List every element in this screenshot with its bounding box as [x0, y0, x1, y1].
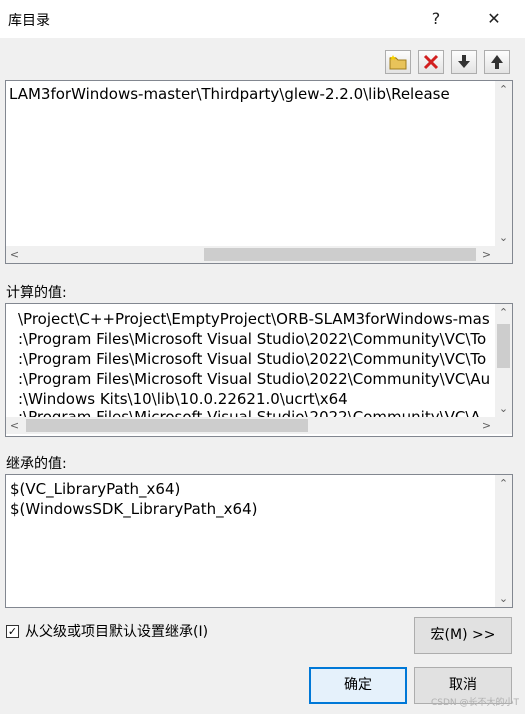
list-item: :\Program Files\Microsoft Visual Studio\…	[18, 408, 481, 417]
scroll-thumb[interactable]	[497, 324, 510, 368]
list-item: :\Program Files\Microsoft Visual Studio\…	[18, 330, 487, 348]
list-item[interactable]: LAM3forWindows-master\Thirdparty\glew-2.…	[9, 84, 450, 104]
title-bar: 库目录 ? ✕	[0, 0, 525, 38]
vertical-scrollbar[interactable]: ⌃ ⌄	[495, 304, 512, 417]
window-title: 库目录	[8, 13, 50, 29]
new-line-button[interactable]	[385, 50, 411, 74]
inherit-checkbox-row[interactable]: ✓ 从父级或项目默认设置继承(I)	[6, 621, 208, 641]
inherit-checkbox-label[interactable]: 从父级或项目默认设置继承(I)	[25, 621, 208, 641]
list-item: $(VC_LibraryPath_x64)	[10, 480, 181, 498]
watermark: CSDN @长不大的小T	[430, 698, 519, 708]
folder-star-icon	[389, 55, 407, 70]
computed-values-label: 计算的值:	[6, 285, 67, 301]
scroll-right-arrow[interactable]: >	[478, 246, 495, 263]
list-item: \Project\C++Project\EmptyProject\ORB-SLA…	[18, 310, 490, 328]
scroll-thumb[interactable]	[204, 248, 476, 261]
arrow-down-icon	[458, 55, 470, 68]
scroll-down-arrow[interactable]: ⌄	[495, 590, 512, 607]
computed-values-list[interactable]: \Project\C++Project\EmptyProject\ORB-SLA…	[5, 303, 513, 437]
ok-button[interactable]: 确定	[309, 667, 407, 704]
arrow-up-icon	[491, 55, 503, 69]
inherited-values-label: 继承的值:	[6, 456, 67, 472]
scroll-right-arrow[interactable]: >	[478, 417, 495, 434]
list-item: $(WindowsSDK_LibraryPath_x64)	[10, 500, 258, 518]
library-path-list[interactable]: LAM3forWindows-master\Thirdparty\glew-2.…	[5, 80, 513, 264]
scroll-thumb[interactable]	[26, 419, 308, 432]
move-down-button[interactable]	[451, 50, 477, 74]
scroll-down-arrow[interactable]: ⌄	[495, 400, 512, 417]
help-button[interactable]: ?	[424, 8, 448, 30]
scroll-down-arrow[interactable]: ⌄	[495, 229, 512, 246]
vertical-scrollbar[interactable]: ⌃ ⌄	[495, 81, 512, 246]
list-item: :\Program Files\Microsoft Visual Studio\…	[18, 350, 487, 368]
list-item: :\Program Files\Microsoft Visual Studio\…	[18, 370, 491, 388]
horizontal-scrollbar[interactable]: < >	[6, 246, 495, 263]
vertical-scrollbar[interactable]: ⌃ ⌄	[495, 475, 512, 607]
inherit-checkbox[interactable]: ✓	[6, 624, 19, 638]
scroll-left-arrow[interactable]: <	[6, 246, 23, 263]
macro-button[interactable]: 宏(M) >>	[414, 617, 512, 654]
horizontal-scrollbar[interactable]: < >	[6, 417, 495, 434]
move-up-button[interactable]	[484, 50, 510, 74]
close-button[interactable]: ✕	[482, 8, 506, 30]
red-x-icon	[423, 54, 439, 70]
scroll-corner	[495, 246, 512, 263]
scroll-up-arrow[interactable]: ⌃	[495, 475, 512, 492]
list-item: :\Windows Kits\10\lib\10.0.22621.0\ucrt\…	[18, 390, 348, 408]
scroll-up-arrow[interactable]: ⌃	[495, 81, 512, 98]
delete-line-button[interactable]	[418, 50, 444, 74]
scroll-left-arrow[interactable]: <	[6, 417, 23, 434]
inherited-values-list[interactable]: $(VC_LibraryPath_x64) $(WindowsSDK_Libra…	[5, 474, 513, 608]
scroll-corner	[495, 417, 512, 434]
scroll-up-arrow[interactable]: ⌃	[495, 304, 512, 321]
